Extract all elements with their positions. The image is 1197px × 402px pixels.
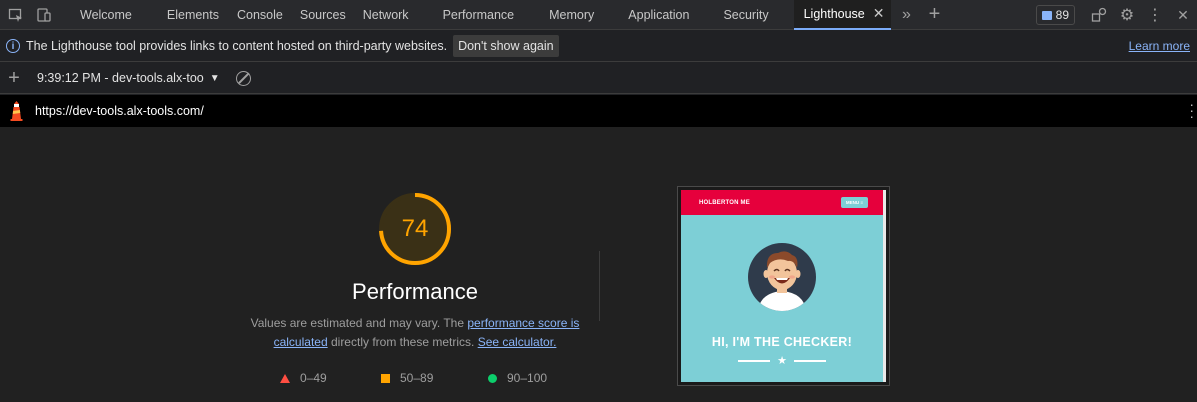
tab-console[interactable]: Console	[237, 0, 283, 30]
tab-performance[interactable]: Performance	[443, 0, 515, 30]
tab-memory[interactable]: Memory	[549, 0, 594, 30]
screenshot-header: HOLBERTON ME MENU ≡	[681, 190, 886, 215]
tab-label: Elements	[166, 7, 219, 22]
more-options-icon[interactable]: ⋮	[1141, 0, 1169, 30]
tab-sources[interactable]: Sources	[300, 0, 346, 30]
tab-application[interactable]: Application	[628, 0, 689, 30]
fail-triangle-icon	[280, 373, 290, 383]
report-selector[interactable]: 9:39:12 PM - dev-tools.alx-too ▼	[37, 71, 220, 85]
description-text: Values are estimated and may vary. The	[250, 316, 468, 330]
lighthouse-report-toolbar: + 9:39:12 PM - dev-tools.alx-too ▼	[0, 63, 1197, 94]
inspect-element-icon[interactable]	[2, 0, 30, 30]
star-icon: ★	[777, 355, 787, 367]
new-report-icon[interactable]: +	[0, 67, 28, 90]
screenshot-menu-button: MENU ≡	[840, 197, 868, 208]
tab-security[interactable]: Security	[723, 0, 768, 30]
settings-gear-icon[interactable]: ⚙	[1113, 0, 1141, 30]
tab-welcome[interactable]: Welcome	[80, 0, 132, 30]
tab-elements[interactable]: Elements	[167, 0, 219, 30]
see-calculator-link[interactable]: See calculator.	[478, 335, 557, 349]
legend-fail: 0–49	[280, 371, 327, 385]
clear-reports-icon[interactable]	[235, 70, 251, 86]
tab-label: Network	[362, 7, 409, 22]
description-text: directly from these metrics.	[327, 335, 478, 349]
checker-avatar	[748, 243, 816, 311]
tab-label: Welcome	[80, 7, 132, 22]
divider-line	[793, 359, 826, 362]
screenshot-content: HOLBERTON ME MENU ≡ HI, I'M THE CHECKER!…	[681, 190, 886, 382]
learn-more-link[interactable]: Learn more	[1129, 39, 1190, 53]
performance-score-value: 74	[401, 215, 429, 242]
lighthouse-logo-icon	[9, 101, 24, 121]
screenshot-heading: HI, I'M THE CHECKER!	[711, 335, 853, 349]
more-tabs-icon[interactable]: »	[893, 0, 921, 30]
tab-label: Performance	[442, 7, 515, 22]
screenshot-scrollbar	[883, 190, 886, 382]
caret-down-icon: ▼	[209, 72, 220, 84]
tab-label: Console	[236, 7, 283, 22]
average-square-icon	[381, 373, 390, 383]
dont-show-again-button[interactable]: Don't show again	[453, 35, 559, 57]
info-message: The Lighthouse tool provides links to co…	[26, 39, 448, 53]
dont-show-again-label: Don't show again	[458, 39, 554, 53]
score-description: Values are estimated and may vary. The p…	[250, 314, 580, 352]
screenshot-brand: HOLBERTON ME	[699, 199, 750, 206]
issues-count: 89	[1055, 8, 1069, 22]
close-tab-icon[interactable]: ✕	[873, 5, 885, 22]
tab-label: Sources	[299, 7, 346, 22]
page-screenshot[interactable]: HOLBERTON ME MENU ≡ HI, I'M THE CHECKER!…	[677, 186, 890, 386]
legend-pass: 90–100	[488, 371, 547, 385]
devtools-tab-bar: Welcome Elements Console Sources Network…	[0, 0, 1197, 30]
legend-range: 50–89	[400, 371, 434, 385]
screenshot-divider: ★	[681, 354, 883, 367]
issues-icon	[1041, 10, 1052, 20]
lighthouse-info-bar: i The Lighthouse tool provides links to …	[0, 31, 1197, 62]
divider-line	[738, 359, 771, 362]
report-selector-label: 9:39:12 PM - dev-tools.alx-too	[37, 71, 204, 85]
legend-average: 50–89	[381, 371, 433, 385]
close-devtools-icon[interactable]: ✕	[1169, 0, 1197, 30]
device-toolbar-icon[interactable]	[30, 0, 58, 30]
pass-circle-icon	[488, 373, 497, 383]
add-tab-icon[interactable]: +	[921, 0, 949, 30]
tab-lighthouse[interactable]: Lighthouse ✕	[793, 0, 891, 30]
tab-label: Memory	[549, 7, 595, 22]
tab-label: Application	[628, 7, 690, 22]
info-icon: i	[6, 39, 20, 53]
report-url-bar: https://dev-tools.alx-tools.com/ · · ·	[0, 95, 1197, 127]
category-title: Performance	[352, 279, 478, 304]
legend-range: 90–100	[507, 371, 548, 385]
lighthouse-report: 74 Performance Values are estimated and …	[0, 127, 1197, 402]
issues-counter-badge[interactable]: 89	[1035, 5, 1075, 25]
tab-label: Security	[723, 7, 769, 22]
legend-range: 0–49	[300, 371, 327, 385]
tab-network[interactable]: Network	[363, 0, 409, 30]
divider	[599, 251, 600, 321]
report-url[interactable]: https://dev-tools.alx-tools.com/	[35, 104, 204, 118]
tab-label: Lighthouse	[803, 6, 865, 21]
customize-icon[interactable]	[1085, 0, 1113, 30]
report-menu-icon[interactable]: · · ·	[1189, 97, 1194, 123]
